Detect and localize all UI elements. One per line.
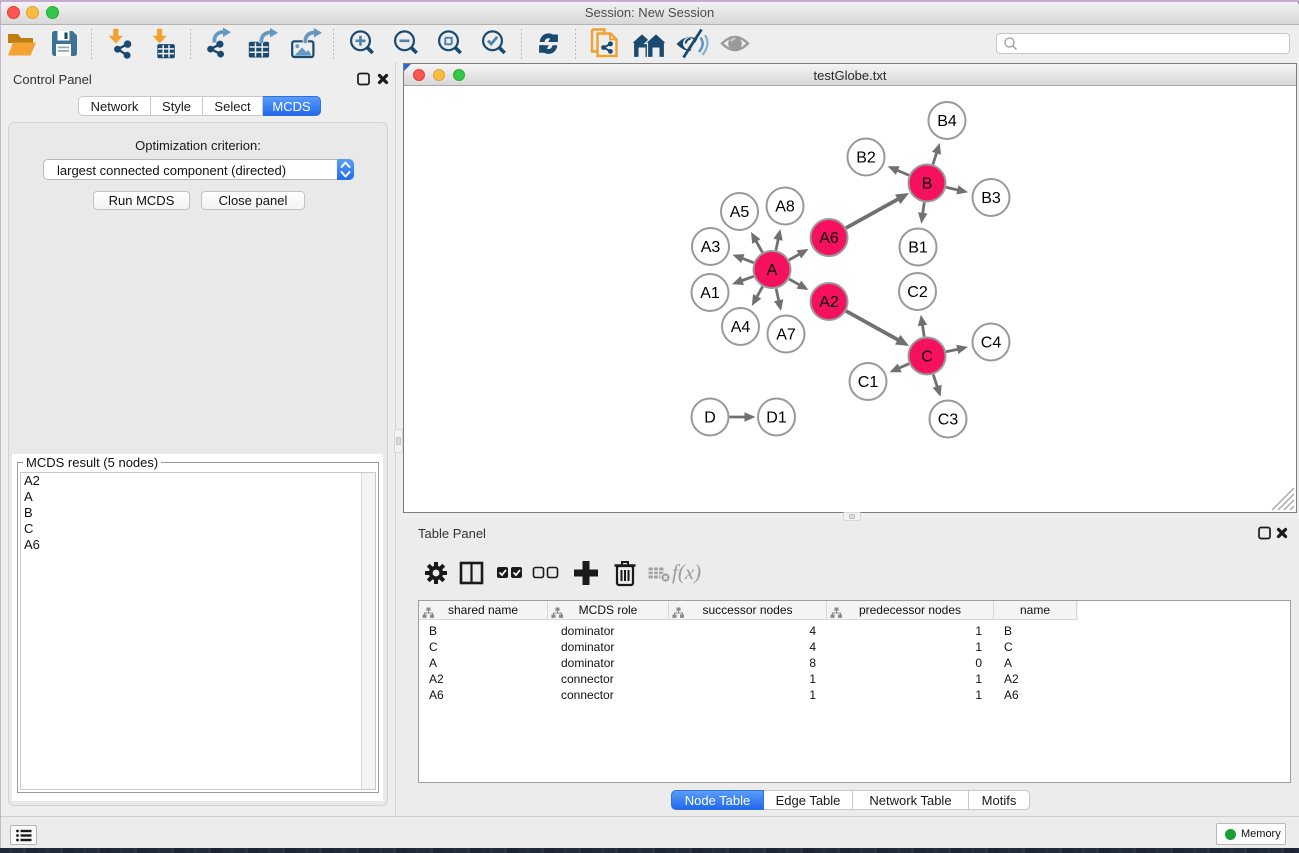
svg-text:B: B	[922, 176, 933, 193]
svg-text:D1: D1	[766, 410, 787, 427]
svg-text:B2: B2	[856, 150, 876, 167]
svg-text:A2: A2	[819, 294, 839, 311]
svg-text:A7: A7	[776, 327, 796, 344]
svg-text:C1: C1	[858, 374, 879, 391]
svg-text:B4: B4	[937, 113, 957, 130]
svg-text:A: A	[767, 262, 778, 279]
svg-text:A4: A4	[731, 319, 751, 336]
svg-text:C2: C2	[907, 284, 928, 301]
svg-text:B3: B3	[981, 190, 1001, 207]
svg-text:A6: A6	[819, 230, 839, 247]
svg-text:A1: A1	[700, 285, 720, 302]
svg-text:B1: B1	[908, 240, 928, 257]
svg-text:C4: C4	[981, 335, 1002, 352]
svg-text:A5: A5	[730, 204, 750, 221]
svg-text:D: D	[704, 410, 716, 427]
svg-text:C3: C3	[938, 412, 959, 429]
svg-text:A8: A8	[775, 199, 795, 216]
svg-text:A3: A3	[701, 239, 721, 256]
svg-text:C: C	[921, 349, 933, 366]
